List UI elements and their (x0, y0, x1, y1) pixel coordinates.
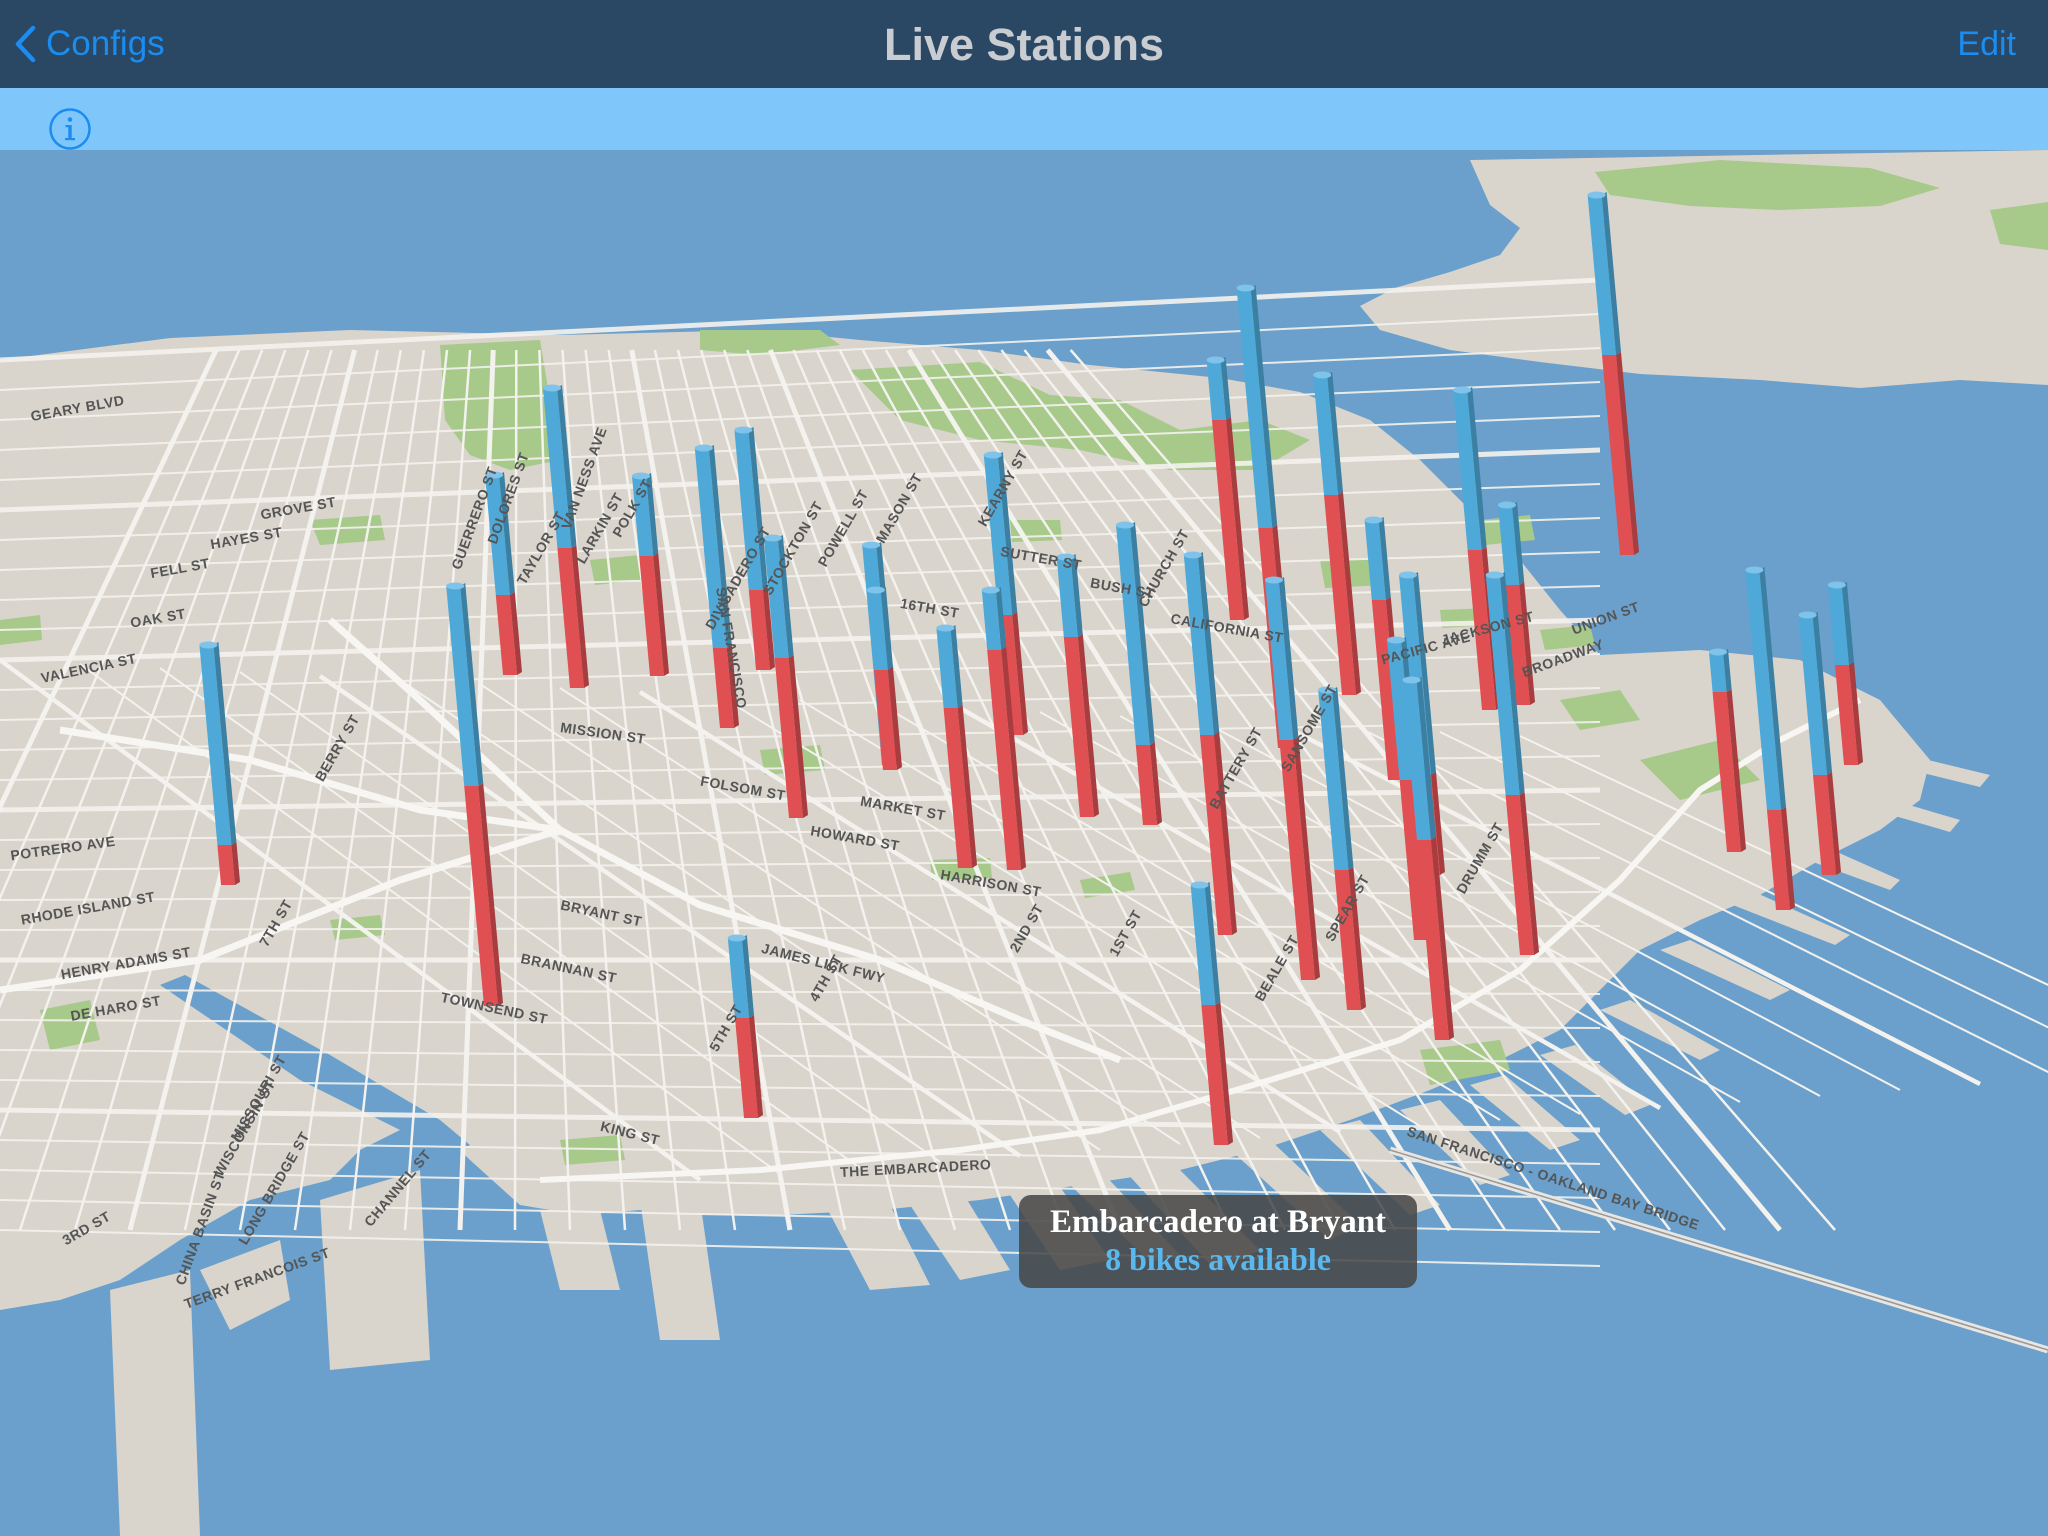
station-bar-cap (199, 641, 218, 649)
station-bar-cap (1827, 581, 1846, 589)
navigation-bar: Configs Live Stations Edit (0, 0, 2048, 89)
station-bar-cap (1236, 284, 1255, 292)
station-bar-cap (694, 444, 713, 452)
station-bar-cap (1709, 648, 1727, 656)
station-docks-bar (217, 842, 240, 885)
info-icon (49, 108, 91, 150)
station-bar-cap (1587, 191, 1606, 199)
station-bikes-bar (1709, 649, 1732, 692)
info-bar (0, 88, 2048, 150)
station-bar-cap (1206, 356, 1225, 364)
station-bar-cap (983, 451, 1002, 459)
station-bar-cap (1364, 516, 1383, 524)
station-bar-cap (1399, 571, 1417, 579)
station-bar-cap (1387, 636, 1405, 644)
station-bar-cap (866, 586, 885, 594)
station-bar-cap (446, 582, 465, 590)
station-bar-cap (1265, 576, 1283, 584)
callout-subtitle: 8 bikes available (1105, 1241, 1331, 1277)
station-bar-cap (1190, 881, 1209, 889)
station-bar-cap (981, 586, 1000, 594)
page-title: Live Stations (883, 19, 1165, 70)
station-bar-cap (1116, 521, 1134, 529)
callout-title: Embarcadero at Bryant (1049, 1204, 1387, 1240)
station-bar-cap (862, 541, 881, 549)
station-bar-cap (936, 624, 955, 632)
station-bar-cap (727, 934, 746, 942)
station-bar-cap (1313, 371, 1332, 379)
station-bar-cap (1498, 501, 1516, 509)
edit-button[interactable]: Edit (1957, 18, 2016, 70)
map-canvas[interactable] (0, 150, 2048, 1536)
station-bar-cap (1183, 551, 1202, 559)
station-bar-cap (1485, 571, 1504, 579)
station-bar-cap (1453, 386, 1472, 394)
station-callout[interactable]: Embarcadero at Bryant 8 bikes available (1019, 1195, 1417, 1288)
station-bar-cap (1402, 676, 1421, 684)
map-view[interactable]: VALENCIA ST MISSION ST HOWARD ST BRYANT ST B… (0, 150, 2048, 1536)
info-button[interactable] (48, 107, 91, 150)
station-bar-cap (543, 384, 561, 392)
station-bar-cap (1745, 566, 1764, 574)
station-bar-cap (1798, 611, 1817, 619)
station-bar-cap (734, 426, 753, 434)
